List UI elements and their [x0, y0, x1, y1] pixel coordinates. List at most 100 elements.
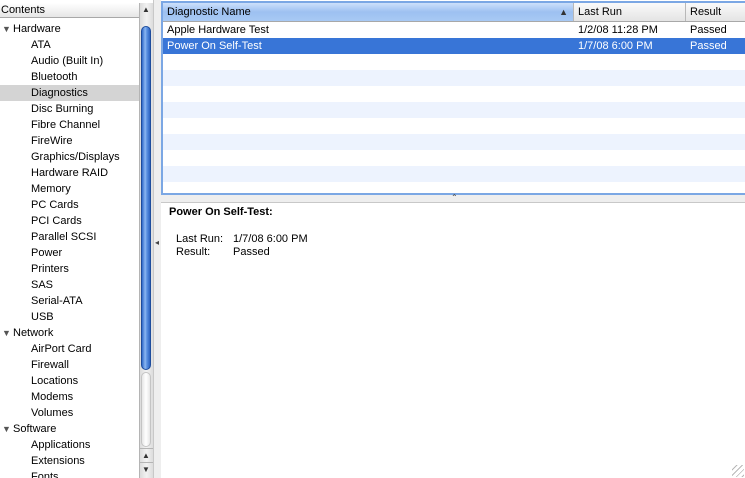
table-row	[163, 86, 745, 102]
detail-title: Power On Self-Test:	[169, 206, 273, 218]
tree-item-label: Memory	[31, 183, 71, 195]
table-row	[163, 118, 745, 134]
tree-item[interactable]: Bluetooth	[0, 69, 139, 85]
sidebar-scrollbar-lower-track[interactable]	[141, 372, 151, 447]
tree-item-label: USB	[31, 311, 54, 323]
tree-item[interactable]: Printers	[0, 261, 139, 277]
tree-item-label: Network	[13, 327, 54, 339]
tree-item[interactable]: Parallel SCSI	[0, 229, 139, 245]
tree-item[interactable]: FireWire	[0, 133, 139, 149]
tree-item[interactable]: Locations	[0, 373, 139, 389]
tree-item[interactable]: Volumes	[0, 405, 139, 421]
tree-item[interactable]: Modems	[0, 389, 139, 405]
disclosure-triangle-icon[interactable]: ▼	[2, 21, 13, 37]
tree-item[interactable]: PC Cards	[0, 197, 139, 213]
tree-item[interactable]: Power	[0, 245, 139, 261]
tree-item-label: ATA	[31, 39, 51, 51]
tree-item-label: Applications	[31, 439, 91, 451]
tree-item-label: Serial-ATA	[31, 295, 83, 307]
table-row[interactable]: Power On Self-Test 1/7/08 6:00 PM Passed	[163, 38, 745, 54]
tree-item-label: AirPort Card	[31, 343, 92, 355]
tree-item[interactable]: PCI Cards	[0, 213, 139, 229]
tree-item[interactable]: Serial-ATA	[0, 293, 139, 309]
tree-item-label: Printers	[31, 263, 69, 275]
tree-group[interactable]: ▼ Hardware	[0, 21, 139, 37]
tree-item-label: Diagnostics	[31, 87, 88, 99]
table-cell: 1/7/08 6:00 PM	[578, 40, 653, 52]
tree-item-label: Software	[13, 423, 57, 435]
column-header-result[interactable]: Result	[686, 3, 745, 21]
diagnostics-table: Diagnostic Name ▲ Last Run Result Apple …	[161, 1, 745, 195]
detail-value: 1/7/08 6:00 PM	[233, 233, 308, 245]
tree-item[interactable]: Memory	[0, 181, 139, 197]
tree-item[interactable]: Extensions	[0, 453, 139, 469]
tree-item-label: Volumes	[31, 407, 74, 419]
column-header-last-run[interactable]: Last Run	[574, 3, 686, 21]
disclosure-triangle-icon[interactable]: ▼	[2, 421, 13, 437]
scroll-up-arrow-icon[interactable]: ▲	[139, 3, 153, 17]
splitter-handle-icon[interactable]: ◂	[155, 238, 159, 247]
sidebar-scrollbar-thumb[interactable]	[141, 26, 151, 370]
column-header-diagnostic-name[interactable]: Diagnostic Name ▲	[163, 3, 574, 21]
tree-item[interactable]: Hardware RAID	[0, 165, 139, 181]
table-row	[163, 54, 745, 70]
detail-field-last-run: Last Run: 1/7/08 6:00 PM	[176, 233, 308, 245]
tree-item[interactable]: Audio (Built In)	[0, 53, 139, 69]
tree-item-label: Hardware RAID	[31, 167, 109, 179]
table-cell: Passed	[690, 40, 727, 52]
table-row	[163, 102, 745, 118]
table-row	[163, 134, 745, 150]
tree-item[interactable]: SAS	[0, 277, 139, 293]
tree-item[interactable]: Applications	[0, 437, 139, 453]
table-row	[163, 150, 745, 166]
contents-header[interactable]: Contents	[0, 3, 139, 18]
table-row	[163, 166, 745, 182]
tree-item-label: Fibre Channel	[31, 119, 101, 131]
scroll-down-arrow-icon[interactable]: ▼	[139, 462, 153, 476]
tree-item-label: SAS	[31, 279, 54, 291]
tree-group[interactable]: ▼ Software	[0, 421, 139, 437]
tree-item-label: Locations	[31, 375, 79, 387]
contents-tree: ▼ Hardware ATA Audio (Built In) Bluetooth Dia…	[0, 21, 139, 478]
sort-ascending-icon: ▲	[559, 7, 568, 17]
tree-item[interactable]: ATA	[0, 37, 139, 53]
tree-item-label: Extensions	[31, 455, 85, 467]
detail-key: Result:	[176, 246, 211, 258]
table-cell: 1/2/08 11:28 PM	[578, 24, 658, 36]
tree-item-label: FireWire	[31, 135, 73, 147]
table-row[interactable]: Apple Hardware Test 1/2/08 11:28 PM Passed	[163, 22, 745, 38]
tree-item[interactable]: Graphics/Displays	[0, 149, 139, 165]
tree-item-label: Graphics/Displays	[31, 151, 120, 163]
tree-item[interactable]: Diagnostics	[0, 85, 139, 101]
disclosure-triangle-icon[interactable]: ▼	[2, 325, 13, 341]
detail-value: Passed	[233, 246, 270, 258]
table-header: Diagnostic Name ▲ Last Run Result	[163, 3, 745, 22]
tree-item[interactable]: AirPort Card	[0, 341, 139, 357]
tree-item-label: Modems	[31, 391, 74, 403]
tree-item-label: Hardware	[13, 23, 61, 35]
tree-item-label: PCI Cards	[31, 215, 82, 227]
table-cell: Passed	[690, 24, 727, 36]
table-cell: Apple Hardware Test	[167, 24, 269, 36]
tree-item-label: Power	[31, 247, 63, 259]
tree-item[interactable]: USB	[0, 309, 139, 325]
splitter-handle-icon[interactable]: ⌃	[451, 193, 458, 202]
tree-item[interactable]: Disc Burning	[0, 101, 139, 117]
tree-item-label: Bluetooth	[31, 71, 78, 83]
column-header-label: Diagnostic Name	[167, 6, 251, 18]
tree-item[interactable]: Fonts	[0, 469, 139, 478]
detail-field-result: Result: Passed	[176, 246, 270, 258]
detail-pane: Power On Self-Test: Last Run: 1/7/08 6:00…	[161, 203, 745, 478]
table-row	[163, 70, 745, 86]
tree-item-label: Parallel SCSI	[31, 231, 97, 243]
tree-item-label: Fonts	[31, 471, 59, 478]
tree-item[interactable]: Firewall	[0, 357, 139, 373]
tree-item[interactable]: Fibre Channel	[0, 117, 139, 133]
scroll-up-arrow-icon[interactable]: ▲	[139, 448, 153, 462]
resize-grip-icon[interactable]	[732, 465, 744, 477]
detail-key: Last Run:	[176, 233, 224, 245]
tree-item-label: Audio (Built In)	[31, 55, 104, 67]
tree-group[interactable]: ▼ Network	[0, 325, 139, 341]
table-body: Apple Hardware Test 1/2/08 11:28 PM Passed…	[163, 22, 745, 182]
tree-item-label: Disc Burning	[31, 103, 94, 115]
